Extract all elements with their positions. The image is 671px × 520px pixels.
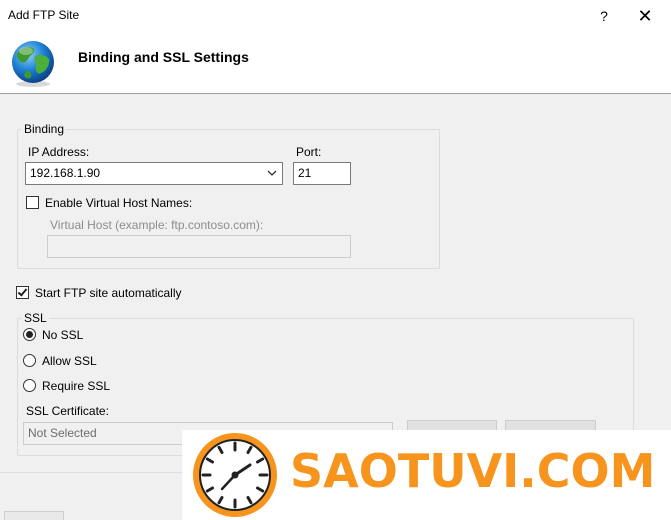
title-bar: Add FTP Site ? ✕ xyxy=(0,0,671,32)
ip-address-value: 192.168.1.90 xyxy=(30,166,101,180)
start-ftp-auto-label: Start FTP site automatically xyxy=(35,286,182,300)
help-button[interactable]: ? xyxy=(592,4,616,28)
watermark-text: SAOTUVI.COM xyxy=(290,444,656,498)
require-ssl-label: Require SSL xyxy=(42,379,111,393)
enable-virtual-host-checkbox[interactable] xyxy=(26,196,39,209)
allow-ssl-label: Allow SSL xyxy=(42,354,97,368)
allow-ssl-radio[interactable] xyxy=(23,354,36,367)
enable-virtual-host-label: Enable Virtual Host Names: xyxy=(45,196,193,210)
watermark: SAOTUVI.COM xyxy=(182,430,671,520)
radio-selected-dot xyxy=(26,331,33,338)
checkmark-icon xyxy=(17,286,28,297)
page-title: Binding and SSL Settings xyxy=(78,49,249,65)
port-input[interactable]: 21 xyxy=(293,162,351,185)
chevron-down-icon xyxy=(267,170,277,176)
virtual-host-input[interactable] xyxy=(47,235,351,258)
no-ssl-label: No SSL xyxy=(42,328,84,342)
require-ssl-radio[interactable] xyxy=(23,379,36,392)
binding-group-label: Binding xyxy=(22,122,67,136)
close-button[interactable]: ✕ xyxy=(630,4,660,28)
ip-address-dropdown[interactable]: 192.168.1.90 xyxy=(25,162,283,185)
dialog-header: Binding and SSL Settings xyxy=(0,32,671,94)
no-ssl-radio[interactable] xyxy=(23,328,36,341)
port-label: Port: xyxy=(296,145,322,159)
ssl-group-label: SSL xyxy=(22,311,49,325)
virtual-host-label: Virtual Host (example: ftp.contoso.com): xyxy=(50,218,264,232)
ip-address-label: IP Address: xyxy=(28,145,90,159)
window-title: Add FTP Site xyxy=(8,8,80,22)
start-ftp-auto-checkbox[interactable] xyxy=(16,286,29,299)
globe-icon xyxy=(12,41,54,87)
footer-edge xyxy=(4,511,64,520)
clock-logo-icon xyxy=(193,433,277,517)
ssl-certificate-label: SSL Certificate: xyxy=(26,404,109,418)
